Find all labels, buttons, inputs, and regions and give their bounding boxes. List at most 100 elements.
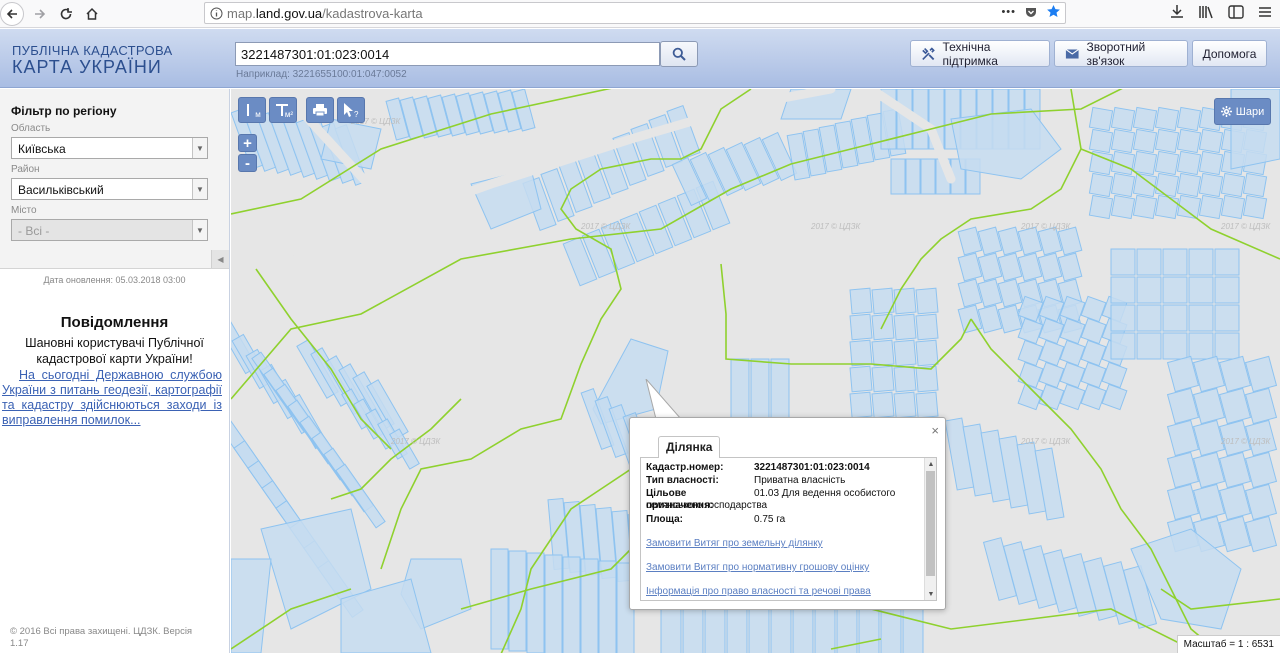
land-parcel[interactable] (1166, 419, 1200, 457)
land-parcel[interactable] (1192, 483, 1226, 521)
tab-parcel[interactable]: Ділянка (658, 436, 721, 458)
land-parcel[interactable] (1198, 194, 1224, 220)
scroll-up-arrow-icon[interactable]: ▲ (925, 458, 936, 470)
close-icon[interactable]: × (931, 423, 939, 438)
back-button[interactable] (0, 2, 24, 26)
search-button[interactable] (660, 41, 698, 67)
land-parcel[interactable] (893, 365, 917, 393)
oblast-select[interactable]: Київська ▼ (11, 137, 208, 159)
land-parcel[interactable] (902, 608, 924, 653)
land-parcel[interactable] (544, 554, 563, 653)
land-parcel[interactable] (1192, 387, 1226, 425)
land-parcel[interactable] (726, 608, 748, 653)
land-parcel[interactable] (1136, 304, 1162, 332)
land-parcel[interactable] (598, 560, 617, 653)
land-parcel[interactable] (915, 365, 939, 393)
land-parcel[interactable] (1176, 172, 1202, 198)
land-parcel[interactable] (1176, 150, 1202, 176)
zoom-in-button[interactable]: + (238, 134, 257, 152)
land-parcel[interactable] (1162, 332, 1188, 360)
land-parcel[interactable] (915, 313, 939, 341)
land-parcel[interactable] (1110, 106, 1136, 132)
land-parcel[interactable] (1188, 304, 1214, 332)
land-parcel[interactable] (814, 608, 836, 653)
land-parcel[interactable] (704, 608, 726, 653)
land-parcel[interactable] (893, 339, 917, 367)
identify-button[interactable]: ? (337, 97, 365, 123)
land-parcel[interactable] (1017, 339, 1044, 367)
reload-button[interactable] (54, 2, 78, 26)
zoom-out-button[interactable]: - (238, 154, 257, 172)
layers-button[interactable]: Шари (1214, 98, 1271, 125)
tech-support-button[interactable]: Технічна підтримка (910, 40, 1050, 68)
land-parcel[interactable] (1038, 361, 1065, 389)
land-parcel[interactable] (1188, 248, 1214, 276)
land-parcel[interactable] (858, 608, 880, 653)
print-button[interactable] (306, 97, 334, 123)
collapse-sidebar-button[interactable]: ◀ (211, 250, 229, 268)
land-parcel[interactable] (871, 391, 895, 419)
land-parcel[interactable] (1188, 276, 1214, 304)
land-parcel[interactable] (1136, 332, 1162, 360)
cadastral-map[interactable]: 2017 © ЦДЗК 2017 © ЦДЗК 2017 © ЦДЗК 2017 © … (231, 89, 1280, 653)
land-parcel[interactable] (682, 608, 704, 653)
land-parcel[interactable] (1242, 194, 1268, 220)
address-bar[interactable]: map.land.gov.ua/kadastrova-karta ••• (204, 2, 1066, 24)
sidebar-toggle-icon[interactable] (1228, 4, 1244, 19)
land-parcel[interactable] (1110, 172, 1136, 198)
land-parcel[interactable] (1214, 332, 1240, 360)
library-icon[interactable] (1198, 5, 1214, 19)
rayon-select[interactable]: Васильківський ▼ (11, 178, 208, 200)
land-parcel[interactable] (1110, 276, 1136, 304)
hamburger-menu-icon[interactable] (1258, 6, 1272, 18)
notice-link[interactable]: На сьогодні Державною службою України з … (2, 368, 222, 428)
land-parcel[interactable] (1136, 248, 1162, 276)
land-parcel[interactable] (1088, 150, 1114, 176)
land-parcel[interactable] (1166, 387, 1200, 425)
land-parcel[interactable] (1242, 172, 1268, 198)
land-parcel[interactable] (1198, 150, 1224, 176)
land-parcel[interactable] (1132, 128, 1158, 154)
measure-distance-button[interactable]: м (238, 97, 266, 123)
land-parcel[interactable] (1218, 387, 1252, 425)
land-parcel[interactable] (1154, 150, 1180, 176)
land-parcel[interactable] (1080, 339, 1107, 367)
land-parcel[interactable] (1214, 276, 1240, 304)
land-parcel[interactable] (770, 608, 792, 653)
land-parcel[interactable] (890, 158, 906, 195)
land-parcel[interactable] (1244, 483, 1278, 521)
site-logo[interactable]: ПУБЛІЧНА КАДАСТРОВА КАРТА УКРАЇНИ (12, 44, 172, 76)
land-parcel[interactable] (1220, 194, 1246, 220)
forward-button[interactable] (28, 2, 52, 26)
land-parcel[interactable] (1162, 248, 1188, 276)
info-icon[interactable] (205, 7, 227, 20)
order-parcel-extract-link[interactable]: Замовити Витяг про земельну ділянку (646, 538, 823, 549)
land-parcel[interactable] (1101, 361, 1128, 389)
land-parcel[interactable] (1059, 339, 1086, 367)
land-parcel[interactable] (1244, 515, 1278, 553)
land-parcel[interactable] (1110, 128, 1136, 154)
land-parcel[interactable] (893, 313, 917, 341)
land-parcel[interactable] (849, 313, 873, 341)
scroll-down-arrow-icon[interactable]: ▼ (925, 588, 936, 600)
help-button[interactable]: Допомога (1192, 40, 1267, 67)
land-parcel[interactable] (1154, 194, 1180, 220)
land-parcel[interactable] (1088, 128, 1114, 154)
land-parcel[interactable] (849, 287, 873, 315)
land-parcel[interactable] (231, 558, 272, 653)
land-parcel[interactable] (1188, 332, 1214, 360)
land-parcel[interactable] (871, 313, 895, 341)
land-parcel[interactable] (1101, 383, 1128, 411)
land-parcel[interactable] (1059, 383, 1086, 411)
land-parcel[interactable] (893, 287, 917, 315)
land-parcel[interactable] (1220, 172, 1246, 198)
land-parcel[interactable] (1080, 295, 1107, 323)
land-parcel[interactable] (1132, 194, 1158, 220)
measure-area-button[interactable]: м² (269, 97, 297, 123)
land-parcel[interactable] (915, 287, 939, 315)
land-parcel[interactable] (1244, 387, 1278, 425)
feedback-button[interactable]: Зворотний зв'язок (1054, 40, 1188, 68)
land-parcel[interactable] (660, 608, 682, 653)
land-parcel[interactable] (1154, 106, 1180, 132)
land-parcel[interactable] (1218, 515, 1252, 553)
